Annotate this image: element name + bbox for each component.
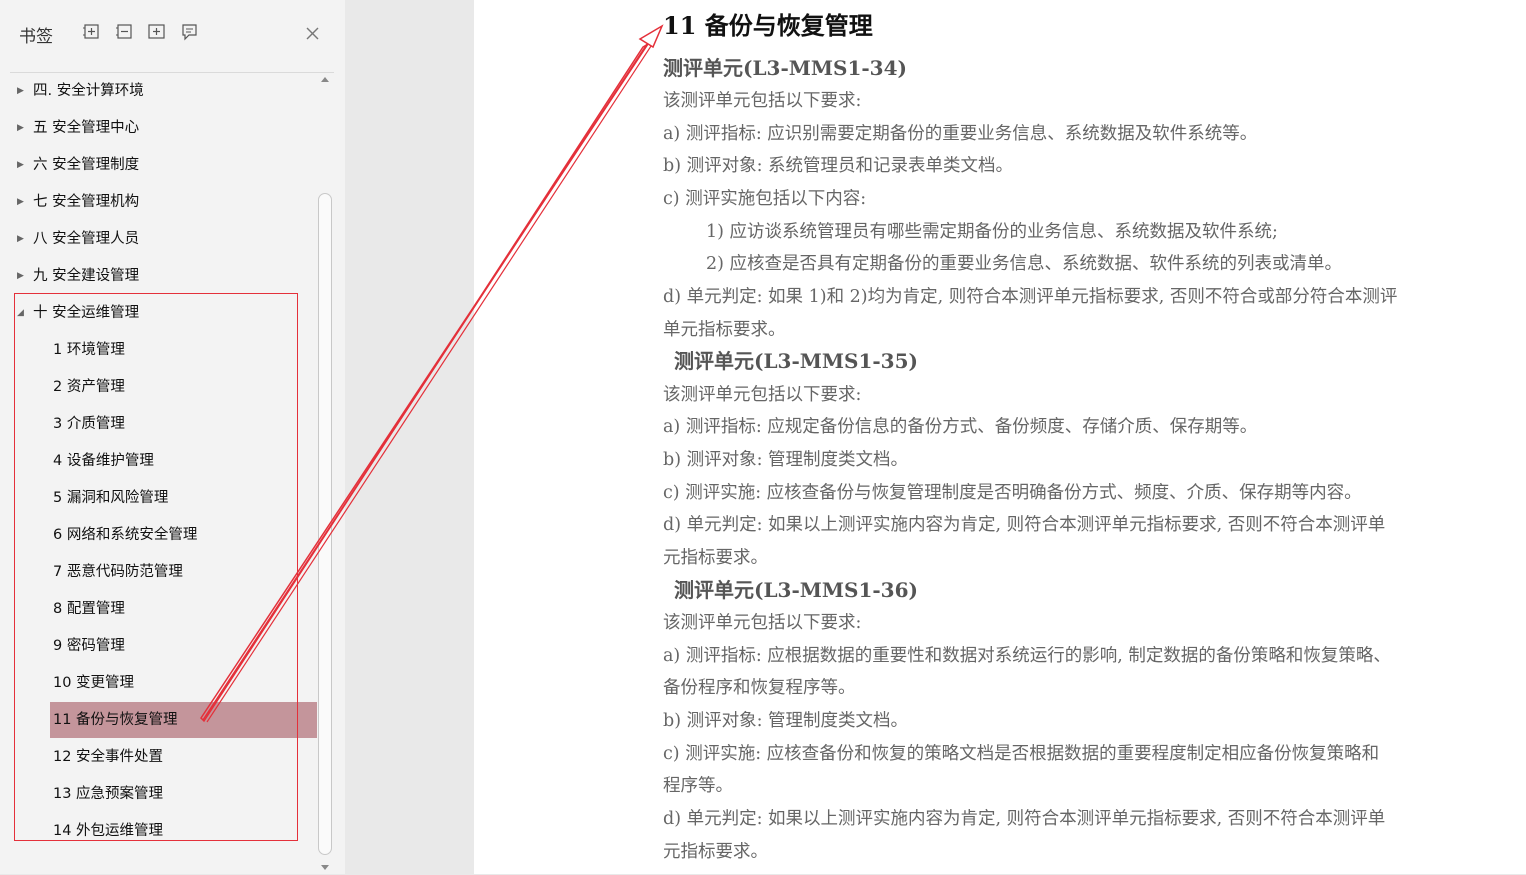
- paragraph: a) 测评指标: 应规定备份信息的备份方式、备份频度、存储介质、保存期等。: [663, 417, 1258, 437]
- chevron-down-icon[interactable]: ◢: [17, 295, 27, 331]
- scrollbar-thumb[interactable]: [318, 193, 332, 855]
- bookmark-item[interactable]: ▶ 六 安全管理制度: [10, 147, 317, 183]
- bookmark-subitem[interactable]: 14 外包运维管理: [10, 813, 317, 849]
- unit-title: 测评单元(L3-MMS1-36): [674, 578, 918, 602]
- scroll-down-arrow-icon[interactable]: [321, 865, 329, 870]
- paragraph: 元指标要求。: [663, 548, 768, 568]
- document-page: 11 备份与恢复管理 测评单元(L3-MMS1-34) 该测评单元包括以下要求:…: [474, 0, 1526, 874]
- scrollbar[interactable]: [317, 72, 334, 874]
- add-bookmark-icon[interactable]: [147, 22, 167, 42]
- chevron-right-icon[interactable]: ▶: [17, 147, 27, 183]
- paragraph: 该测评单元包括以下要求:: [663, 613, 862, 633]
- bookmark-subitem-selected[interactable]: 11 备份与恢复管理: [10, 702, 317, 738]
- bookmark-item[interactable]: ▶ 五 安全管理中心: [10, 110, 317, 146]
- bookmark-item[interactable]: ▶ 九 安全建设管理: [10, 258, 317, 294]
- bookmark-item[interactable]: ▶ 四. 安全计算环境: [10, 73, 317, 109]
- paragraph: 2) 应核查是否具有定期备份的重要业务信息、系统数据、软件系统的列表或清单。: [706, 254, 1343, 274]
- bookmark-subitem[interactable]: 13 应急预案管理: [10, 776, 317, 812]
- paragraph: a) 测评指标: 应根据数据的重要性和数据对系统运行的影响, 制定数据的备份策略…: [663, 646, 1391, 666]
- paragraph: b) 测评对象: 系统管理员和记录表单类文档。: [663, 156, 1014, 176]
- chevron-right-icon[interactable]: ▶: [17, 258, 27, 294]
- bookmark-subitem[interactable]: 10 变更管理: [10, 665, 317, 701]
- expand-all-icon[interactable]: [82, 22, 102, 42]
- bookmark-item[interactable]: ▶ 七 安全管理机构: [10, 184, 317, 220]
- paragraph: c) 测评实施: 应核查备份和恢复的策略文档是否根据数据的重要程度制定相应备份恢…: [663, 744, 1380, 764]
- bookmark-subitem[interactable]: 5 漏洞和风险管理: [10, 480, 317, 516]
- bookmark-subitem[interactable]: 4 设备维护管理: [10, 443, 317, 479]
- paragraph: d) 单元判定: 如果 1)和 2)均为肯定, 则符合本测评单元指标要求, 否则…: [663, 287, 1398, 307]
- paragraph: a) 测评指标: 应识别需要定期备份的重要业务信息、系统数据及软件系统等。: [663, 124, 1258, 144]
- unit-title: 测评单元(L3-MMS1-35): [674, 349, 918, 373]
- bookmark-subitem[interactable]: 1 环境管理: [10, 332, 317, 368]
- section-heading: 11 备份与恢复管理: [663, 11, 873, 40]
- paragraph: d) 单元判定: 如果以上测评实施内容为肯定, 则符合本测评单元指标要求, 否则…: [663, 515, 1386, 535]
- bookmark-panel-header: 书签: [0, 0, 345, 64]
- bookmark-subitem[interactable]: 7 恶意代码防范管理: [10, 554, 317, 590]
- scroll-up-arrow-icon[interactable]: [321, 77, 329, 82]
- paragraph: d) 单元判定: 如果以上测评实施内容为肯定, 则符合本测评单元指标要求, 否则…: [663, 809, 1386, 829]
- bookmark-item[interactable]: ▶ 八 安全管理人员: [10, 221, 317, 257]
- paragraph: 该测评单元包括以下要求:: [663, 91, 862, 111]
- bookmark-subitem[interactable]: 2 资产管理: [10, 369, 317, 405]
- bookmark-subitem[interactable]: 9 密码管理: [10, 628, 317, 664]
- bookmark-subitem[interactable]: 3 介质管理: [10, 406, 317, 442]
- bookmark-icon[interactable]: [180, 22, 200, 42]
- chevron-right-icon[interactable]: ▶: [17, 184, 27, 220]
- paragraph: 单元指标要求。: [663, 320, 786, 340]
- paragraph: 该测评单元包括以下要求:: [663, 385, 862, 405]
- chevron-right-icon[interactable]: ▶: [17, 110, 27, 146]
- bookmark-subitem[interactable]: 12 安全事件处置: [10, 739, 317, 775]
- bookmark-panel: 书签 ▶ 四. 安全计算环境 ▶ 五 安全管理中心 ▶ 六 安全管理制度 ▶ 七 安全管…: [0, 0, 345, 874]
- chevron-right-icon[interactable]: ▶: [17, 73, 27, 109]
- paragraph: c) 测评实施包括以下内容:: [663, 189, 867, 209]
- bookmark-panel-title: 书签: [19, 27, 53, 47]
- paragraph: b) 测评对象: 管理制度类文档。: [663, 711, 909, 731]
- chevron-right-icon[interactable]: ▶: [17, 221, 27, 257]
- paragraph: b) 测评对象: 管理制度类文档。: [663, 450, 909, 470]
- bookmark-subitem[interactable]: 6 网络和系统安全管理: [10, 517, 317, 553]
- paragraph: 程序等。: [663, 776, 733, 796]
- paragraph: 元指标要求。: [663, 842, 768, 862]
- bookmark-tree: ▶ 四. 安全计算环境 ▶ 五 安全管理中心 ▶ 六 安全管理制度 ▶ 七 安全管理机构…: [10, 72, 334, 875]
- paragraph: 1) 应访谈系统管理员有哪些需定期备份的业务信息、系统数据及软件系统;: [706, 222, 1278, 242]
- collapse-all-icon[interactable]: [115, 22, 135, 42]
- bookmark-item[interactable]: ◢ 十 安全运维管理: [10, 295, 317, 331]
- bookmark-subitem[interactable]: 8 配置管理: [10, 591, 317, 627]
- paragraph: c) 测评实施: 应核查备份与恢复管理制度是否明确备份方式、频度、介质、保存期等…: [663, 483, 1362, 503]
- unit-title: 测评单元(L3-MMS1-34): [663, 56, 907, 80]
- close-icon[interactable]: [301, 22, 323, 44]
- paragraph: 备份程序和恢复程序等。: [663, 678, 856, 698]
